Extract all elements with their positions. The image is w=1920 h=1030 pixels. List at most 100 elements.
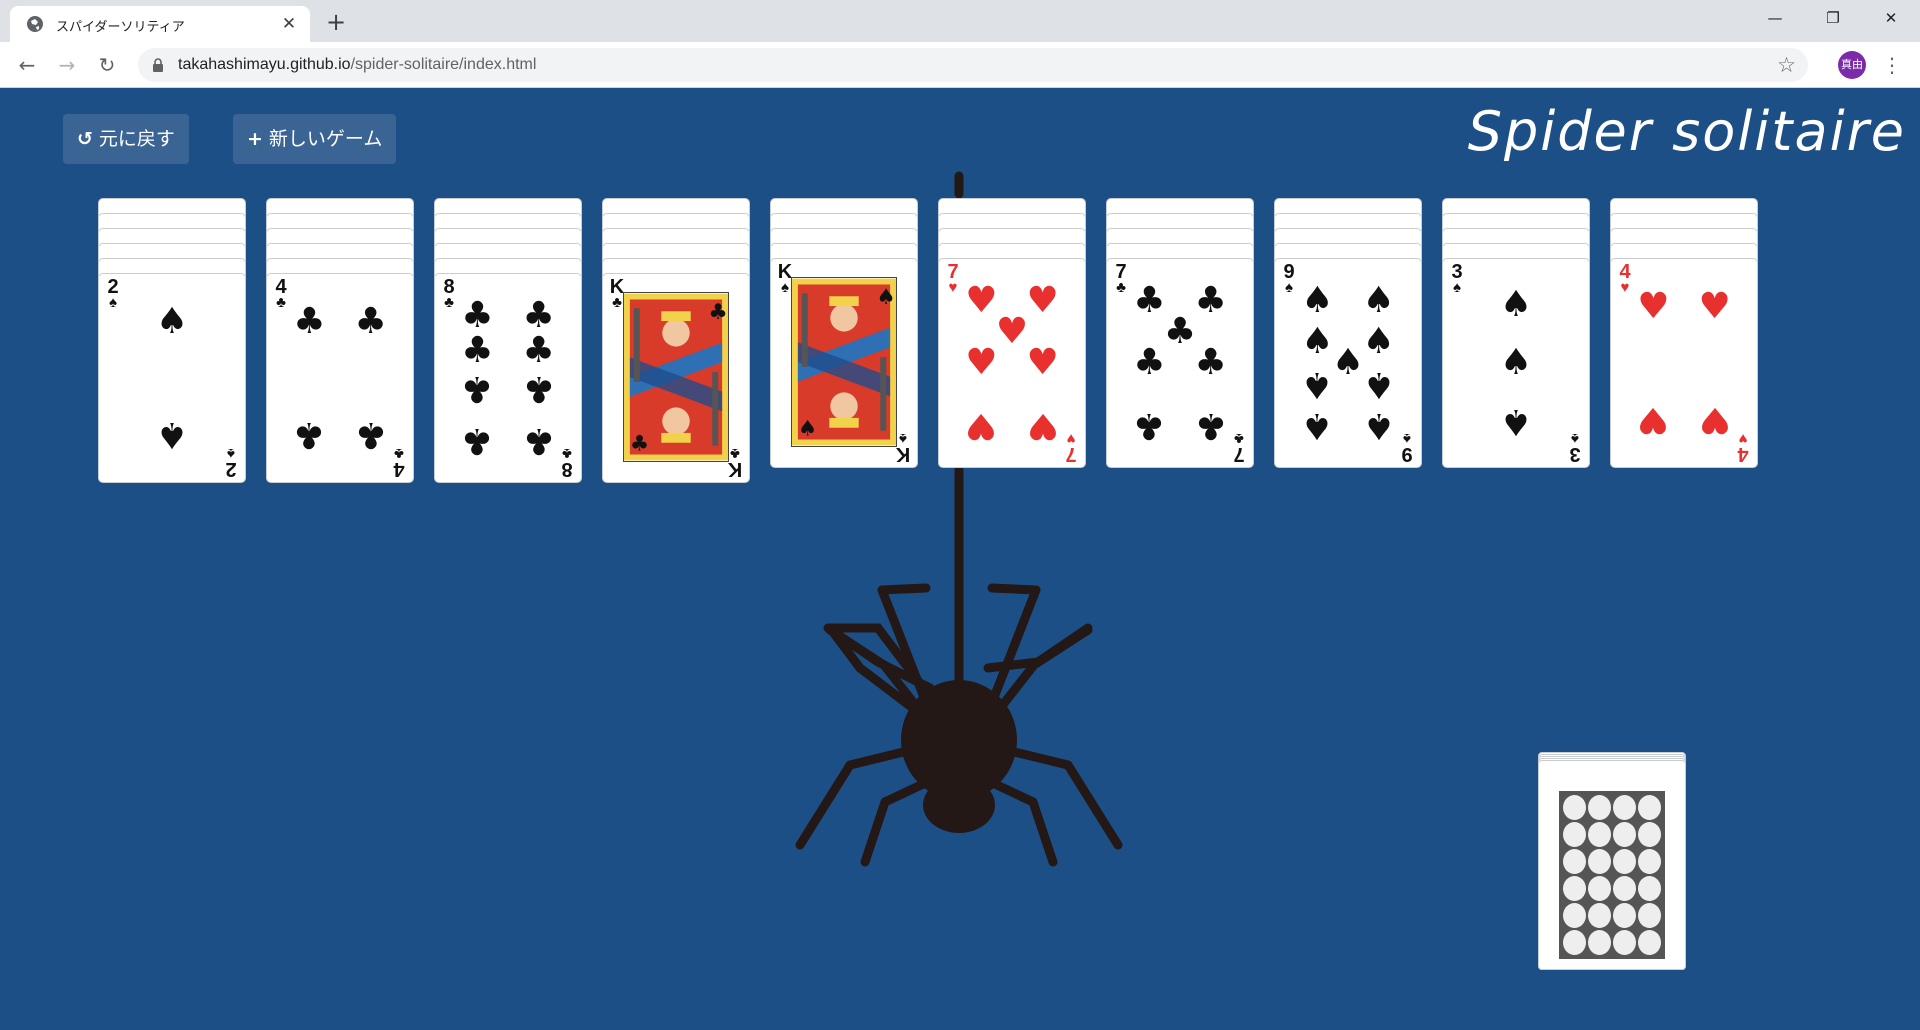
card-index: 7 ♣ xyxy=(1229,430,1249,465)
card-suit-icon: ♠ xyxy=(1403,430,1411,447)
card-pip-icon: ♣ xyxy=(1133,342,1166,383)
card-suit-icon: ♥ xyxy=(1620,279,1630,296)
face-icon xyxy=(1613,930,1636,955)
card-back-pattern xyxy=(1559,791,1665,959)
svg-text:♠: ♠ xyxy=(798,417,817,442)
face-icon xyxy=(1563,876,1586,901)
card-pip-icon: ♠ xyxy=(155,414,189,456)
card-pip-icon: ♠ xyxy=(1499,342,1533,383)
card-suit-icon: ♥ xyxy=(1066,430,1076,447)
card-pip-icon: ♣ xyxy=(522,368,555,410)
card-index: 7 ♥ xyxy=(1061,430,1081,465)
face-up-card[interactable]: K ♣ K ♣ ♣ ♣ xyxy=(602,273,750,483)
card-pip-icon: ♥ xyxy=(1637,285,1670,327)
card-pip-icon: ♣ xyxy=(354,414,387,456)
face-icon xyxy=(1638,903,1661,928)
card-pip-icon: ♠ xyxy=(1301,279,1334,321)
card-index: 7 ♥ xyxy=(943,262,963,296)
card-pip-icon: ♣ xyxy=(461,329,494,371)
card-pip-icon: ♣ xyxy=(522,329,555,371)
card-suit-icon: ♣ xyxy=(1234,430,1244,447)
face-icon xyxy=(1613,903,1636,928)
card-pip-icon: ♥ xyxy=(965,405,998,447)
card-pip-icon: ♠ xyxy=(1362,363,1395,405)
face-icon xyxy=(1638,795,1661,820)
face-up-card[interactable]: 2 ♠ 2 ♠ ♠ ♠ xyxy=(98,273,246,483)
card-pip-icon: ♣ xyxy=(461,294,494,336)
card-pip-icon: ♣ xyxy=(293,414,326,456)
face-icon xyxy=(1638,849,1661,874)
face-up-card[interactable]: 7 ♥ 7 ♥ ♥ ♥ ♥ ♥ ♥ ♥ ♥ xyxy=(938,258,1086,468)
card-index: 2 ♠ xyxy=(221,445,241,480)
face-icon xyxy=(1613,795,1636,820)
face-up-card[interactable]: 4 ♣ 4 ♣ ♣ ♣ ♣ ♣ xyxy=(266,273,414,483)
card-index: 4 ♥ xyxy=(1615,262,1635,296)
card-pip-icon: ♣ xyxy=(461,368,494,410)
face-up-card[interactable]: 9 ♠ 9 ♠ ♠ ♠ ♠ ♠ ♠ ♠ ♠ ♠ ♠ xyxy=(1274,258,1422,468)
face-icon xyxy=(1588,849,1611,874)
face-icon xyxy=(1563,795,1586,820)
new-game-label: 新しいゲーム xyxy=(268,128,383,150)
undo-label: 元に戻す xyxy=(98,128,175,150)
face-up-card[interactable]: 7 ♣ 7 ♣ ♣ ♣ ♣ ♣ ♣ ♣ ♣ xyxy=(1106,258,1254,468)
stock-card xyxy=(1538,760,1686,970)
card-index: 3 ♠ xyxy=(1447,262,1467,295)
svg-text:♠: ♠ xyxy=(876,285,895,310)
stock-pile[interactable] xyxy=(1538,752,1686,972)
card-suit-icon: ♥ xyxy=(948,279,958,296)
card-pip-icon: ♥ xyxy=(1698,399,1731,441)
undo-button[interactable]: ↺ 元に戻す xyxy=(63,114,189,164)
card-index: 9 ♠ xyxy=(1279,262,1299,296)
card-index: 8 ♣ xyxy=(439,277,459,310)
face-icon xyxy=(1588,822,1611,847)
card-suit-icon: ♣ xyxy=(562,445,572,462)
card-pip-icon: ♥ xyxy=(1026,405,1059,447)
plus-icon: + xyxy=(247,128,263,150)
face-icon xyxy=(1638,876,1661,901)
king-face-image: ♣ ♣ xyxy=(623,292,729,462)
card-index: 3 ♠ xyxy=(1565,430,1585,465)
face-icon xyxy=(1638,930,1661,955)
card-pip-icon: ♥ xyxy=(1698,285,1731,327)
card-pip-icon: ♥ xyxy=(1637,399,1670,441)
face-icon xyxy=(1588,930,1611,955)
face-icon xyxy=(1588,795,1611,820)
card-suit-icon: ♣ xyxy=(276,294,286,311)
face-up-card[interactable]: 4 ♥ 4 ♥ ♥ ♥ ♥ ♥ xyxy=(1610,258,1758,468)
card-suit-icon: ♠ xyxy=(109,294,117,311)
svg-text:♣: ♣ xyxy=(708,300,727,325)
card-suit-icon: ♣ xyxy=(1116,279,1126,296)
card-suit-icon: ♠ xyxy=(1285,279,1293,296)
card-pip-icon: ♣ xyxy=(1194,405,1227,447)
face-icon xyxy=(1613,822,1636,847)
face-icon xyxy=(1613,876,1636,901)
card-pip-icon: ♠ xyxy=(1301,405,1334,447)
face-up-card[interactable]: 8 ♣ 8 ♣ ♣ ♣ ♣ ♣ ♣ ♣ ♣ ♣ xyxy=(434,273,582,483)
card-index: 4 ♣ xyxy=(389,445,409,480)
face-icon xyxy=(1563,930,1586,955)
card-index: 7 ♣ xyxy=(1111,262,1131,296)
card-pip-icon: ♠ xyxy=(1499,401,1533,443)
game-title: Spider solitaire xyxy=(1467,100,1906,163)
card-pip-icon: ♠ xyxy=(155,300,189,342)
card-pip-icon: ♣ xyxy=(354,300,387,342)
face-up-card[interactable]: 3 ♠ 3 ♠ ♠ ♠ ♠ xyxy=(1442,258,1590,468)
card-suit-icon: ♠ xyxy=(227,445,235,462)
spider-head xyxy=(923,777,995,833)
card-index: 9 ♠ xyxy=(1397,430,1417,465)
face-icon xyxy=(1588,903,1611,928)
card-pip-icon: ♣ xyxy=(1133,405,1166,447)
face-icon xyxy=(1563,903,1586,928)
card-pip-icon: ♣ xyxy=(522,294,555,336)
card-pip-icon: ♣ xyxy=(293,300,326,342)
card-suit-icon: ♣ xyxy=(394,445,404,462)
card-pip-icon: ♣ xyxy=(1194,342,1227,383)
new-game-button[interactable]: + 新しいゲーム xyxy=(233,114,397,164)
card-pip-icon: ♠ xyxy=(1301,363,1334,405)
card-suit-icon: ♠ xyxy=(1571,430,1579,447)
card-pip-icon: ♠ xyxy=(1362,279,1395,321)
face-icon xyxy=(1563,822,1586,847)
face-icon xyxy=(1588,876,1611,901)
face-icon xyxy=(1638,822,1661,847)
face-up-card[interactable]: K ♠ K ♠ ♠ ♠ xyxy=(770,258,918,468)
